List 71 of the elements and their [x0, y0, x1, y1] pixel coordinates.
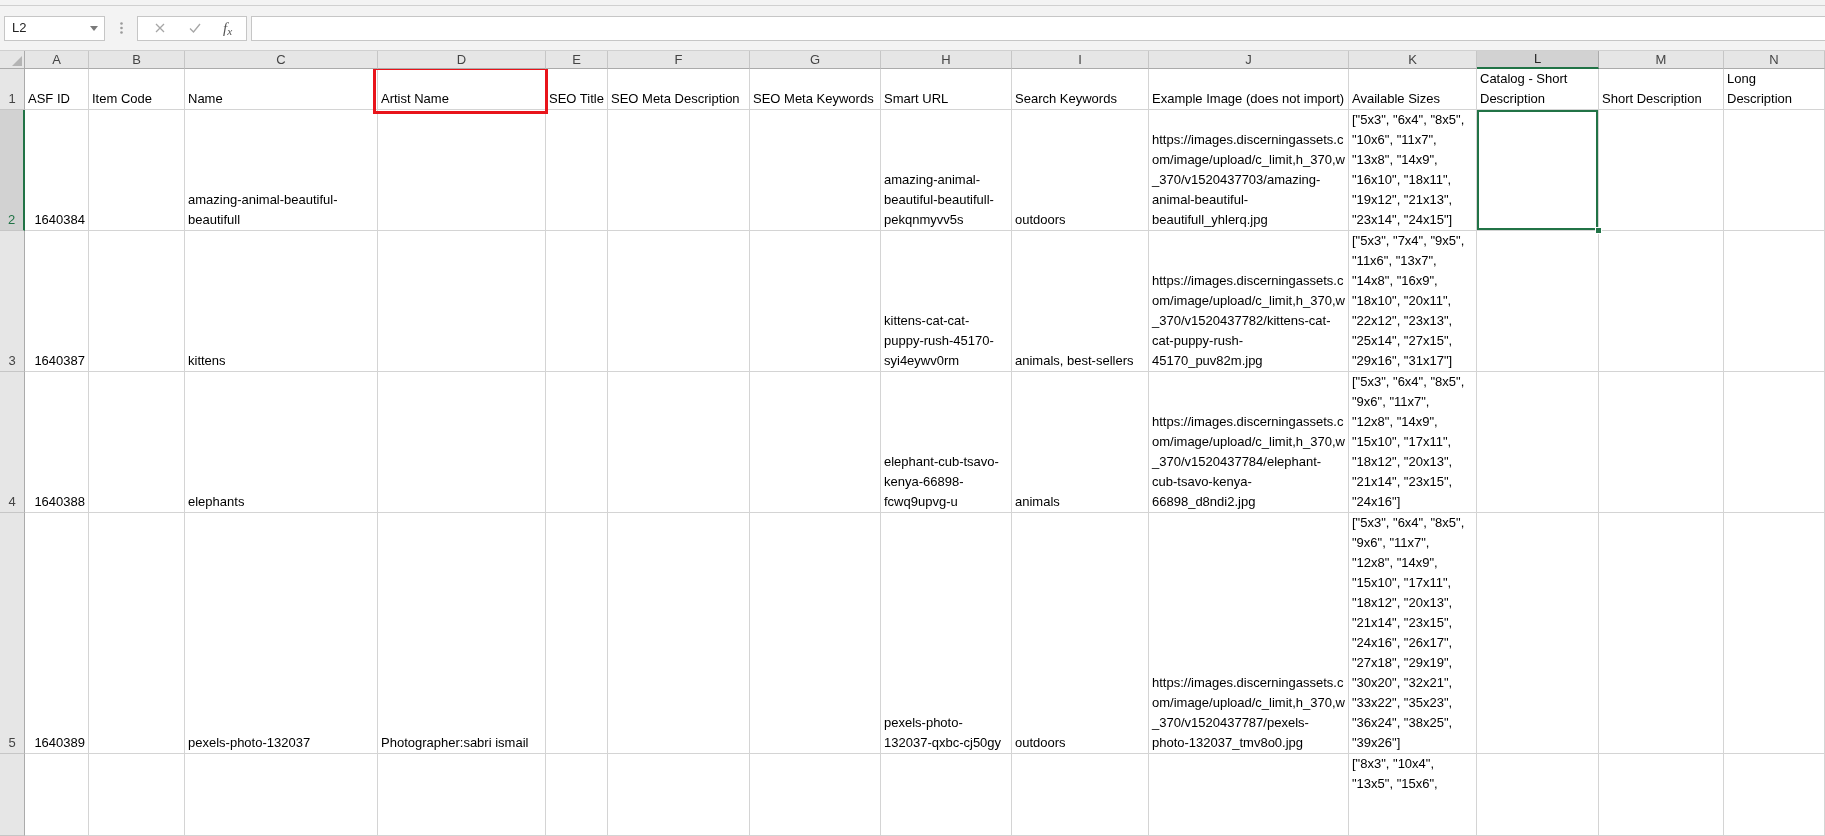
column-header[interactable]: F: [608, 51, 750, 69]
table-cell: kittens-cat-cat-puppy-rush-45170-syi4eywv0rm: [881, 231, 1012, 372]
cross-icon: [154, 23, 165, 33]
header-cell: SEO Meta Description: [608, 69, 750, 110]
row-header[interactable]: 4: [0, 372, 25, 513]
row-header[interactable]: [0, 754, 25, 836]
column-header[interactable]: N: [1724, 51, 1825, 69]
table-cell: elephant-cub-tsavo-kenya-66898-fcwq9upvg-u: [881, 372, 1012, 513]
table-cell: ["5x3", "6x4", "8x5", "9x6", "11x7", "12x8", "14x9", "15x10", "17x11", "18x12", "20x13", "21x14", "23x15", "24x16", "26x17", "27x18", "29x19", "30x20", "32x21", "33x22", "35x23", "36x24", "38x25", "39x26"]: [1349, 513, 1477, 754]
row-header[interactable]: 1: [0, 69, 25, 110]
insert-function-button[interactable]: f$_{x}$: [220, 18, 236, 38]
table-cell: ["5x3", "7x4", "9x5", "11x6", "13x7", "14x8", "16x9", "18x10", "20x11", "22x12", "23x13", "25x14", "27x15", "29x16", "31x17"]: [1349, 231, 1477, 372]
column-header[interactable]: G: [750, 51, 881, 69]
column-header[interactable]: J: [1149, 51, 1349, 69]
table-cell: kittens: [185, 231, 378, 372]
row-header[interactable]: 5: [0, 513, 25, 754]
header-cell: Short Description: [1599, 69, 1724, 110]
header-cell: Item Code: [89, 69, 185, 110]
row-header[interactable]: 2: [0, 110, 25, 231]
table-cell: ["8x3", "10x4", "13x5", "15x6",: [1349, 754, 1477, 836]
table-cell: animals: [1012, 372, 1149, 513]
check-icon: [189, 23, 202, 33]
caret-icon: [90, 25, 98, 31]
table-cell: 1640389: [25, 513, 89, 754]
header-cell: Long Description: [1724, 69, 1825, 110]
fill-handle[interactable]: [1595, 227, 1602, 234]
table-cell: Photographer:sabri ismail: [378, 513, 546, 754]
table-cell: outdoors: [1012, 513, 1149, 754]
table-cell: https://images.discerningassets.com/image/upload/c_limit,h_370,w_370/v1520437784/elephant-cub-tsavo-kenya-66898_d8ndi2.jpg: [1149, 372, 1349, 513]
header-cell: Search Keywords: [1012, 69, 1149, 110]
column-header[interactable]: A: [25, 51, 89, 69]
column-header[interactable]: K: [1349, 51, 1477, 69]
column-header[interactable]: E: [546, 51, 608, 69]
header-cell: ASF ID: [25, 69, 89, 110]
column-header[interactable]: I: [1012, 51, 1149, 69]
select-all-button[interactable]: [0, 51, 25, 69]
header-cell: Name: [185, 69, 378, 110]
header-cell: SEO Meta Keywords: [750, 69, 881, 110]
table-cell: https://images.discerningassets.com/image/upload/c_limit,h_370,w_370/v1520437782/kittens-cat-cat-puppy-rush-45170_puv82m.jpg: [1149, 231, 1349, 372]
selected-cell[interactable]: [1477, 110, 1599, 231]
table-cell: 1640388: [25, 372, 89, 513]
table-cell: animals, best-sellers: [1012, 231, 1149, 372]
table-cell: https://images.discerningassets.com/image/upload/c_limit,h_370,w_370/v1520437703/amazing-animal-beautiful-beautifull_yhlerq.jpg: [1149, 110, 1349, 231]
name-box[interactable]: L2: [4, 15, 105, 41]
grip-icon[interactable]: [120, 22, 123, 34]
table-cell: ["5x3", "6x4", "8x5", "10x6", "11x7", "13x8", "14x9", "16x10", "18x11", "19x12", "21x13", "23x14", "24x15"]: [1349, 110, 1477, 231]
column-header[interactable]: L: [1477, 51, 1599, 69]
header-cell: Example Image (does not import): [1149, 69, 1349, 110]
column-header[interactable]: H: [881, 51, 1012, 69]
column-header[interactable]: M: [1599, 51, 1724, 69]
column-header[interactable]: D: [378, 51, 546, 69]
table-cell: amazing-animal-beautiful-beautifull: [185, 110, 378, 231]
row-header[interactable]: 3: [0, 231, 25, 372]
header-cell: SEO Title: [546, 69, 608, 110]
table-cell: 1640387: [25, 231, 89, 372]
table-cell: amazing-animal-beautiful-beautifull-pekqnmyvv5s: [881, 110, 1012, 231]
formula-input[interactable]: [251, 15, 1825, 41]
header-cell: Available Sizes: [1349, 69, 1477, 110]
table-cell: pexels-photo-132037-qxbc-cj50gy: [881, 513, 1012, 754]
header-cell: Smart URL: [881, 69, 1012, 110]
table-cell: 1640384: [25, 110, 89, 231]
table-cell: elephants: [185, 372, 378, 513]
column-header[interactable]: C: [185, 51, 378, 69]
table-cell: pexels-photo-132037: [185, 513, 378, 754]
header-cell: Artist Name: [378, 69, 546, 110]
column-header[interactable]: B: [89, 51, 185, 69]
table-cell: outdoors: [1012, 110, 1149, 231]
table-cell: https://images.discerningassets.com/image/upload/c_limit,h_370,w_370/v1520437787/pexels-photo-132037_tmv8o0.jpg: [1149, 513, 1349, 754]
triangle-icon: [12, 56, 22, 66]
table-cell: ["5x3", "6x4", "8x5", "9x6", "11x7", "12x8", "14x9", "15x10", "17x11", "18x12", "20x13", "21x14", "23x15", "24x16"]: [1349, 372, 1477, 513]
header-cell: Catalog - Short Description: [1477, 69, 1599, 110]
